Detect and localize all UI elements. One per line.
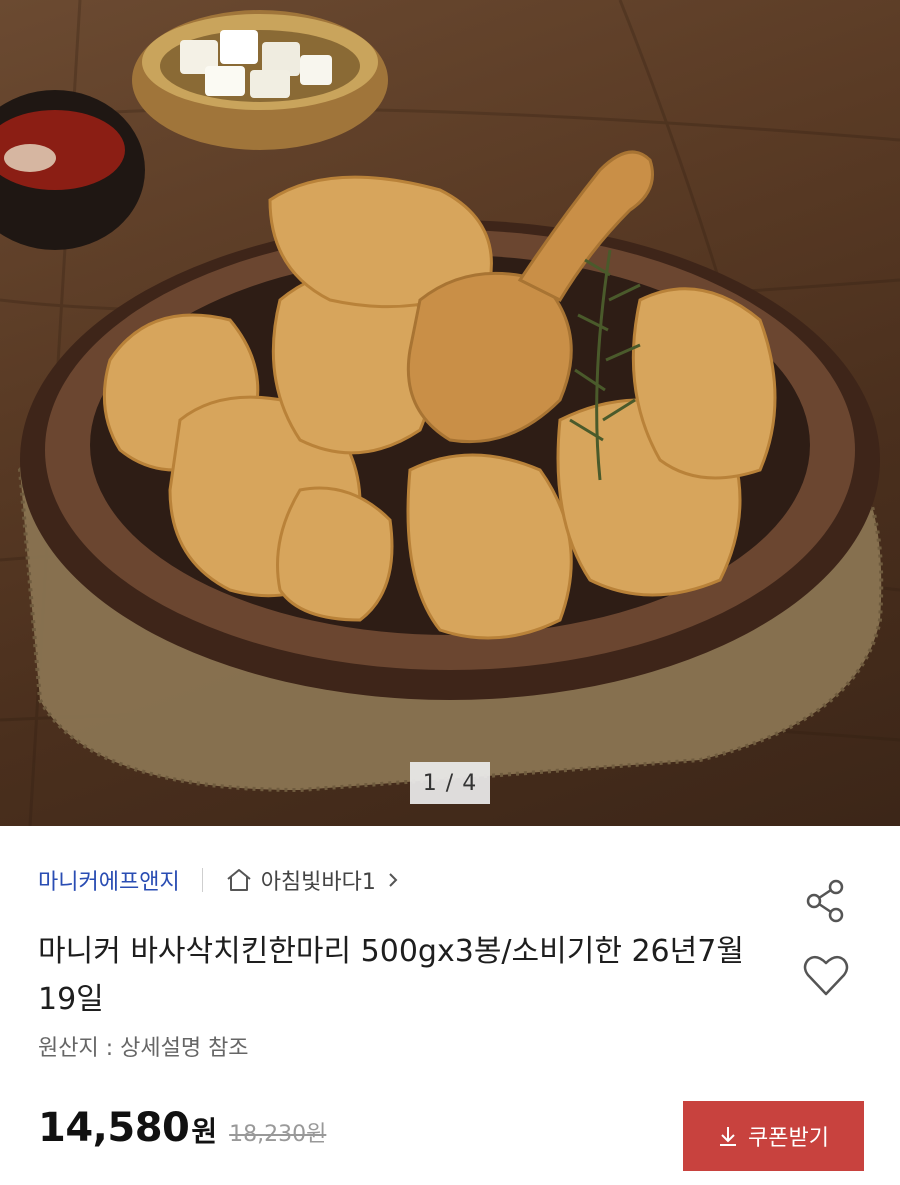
sale-price-unit: 원 [191,1115,218,1148]
share-icon [806,879,844,923]
image-page-indicator: 1 / 4 [410,762,490,804]
store-link[interactable]: 아침빛바다1 [225,864,400,896]
original-price: 18,230원 [229,1122,327,1147]
coupon-download-button[interactable]: 쿠폰받기 [683,1101,864,1171]
seller-divider [201,868,203,892]
like-button[interactable] [800,950,852,1002]
share-button[interactable] [800,875,852,927]
chevron-right-icon [389,873,398,887]
product-title: 마니커 바사삭치킨한마리 500gx3봉/소비기한 26년7월19일 [38,934,744,1017]
brand-link[interactable]: 마니커에프앤지 [38,864,180,896]
home-icon [227,869,251,891]
product-origin: 원산지 : 상세설명 참조 [38,1036,249,1061]
sale-price: 14,580 [38,1105,190,1151]
download-icon [720,1127,737,1146]
coupon-button-label: 쿠폰받기 [748,1125,829,1150]
heart-icon [803,955,849,996]
seller-row: 마니커에프앤지 아침빛바다1 [38,862,400,898]
product-image-gallery[interactable]: 1 / 4 [0,0,900,826]
store-name: 아침빛바다1 [260,870,376,895]
fried-chicken-photo [0,0,900,826]
price-row: 14,580 원 18,230원 [38,1105,326,1151]
